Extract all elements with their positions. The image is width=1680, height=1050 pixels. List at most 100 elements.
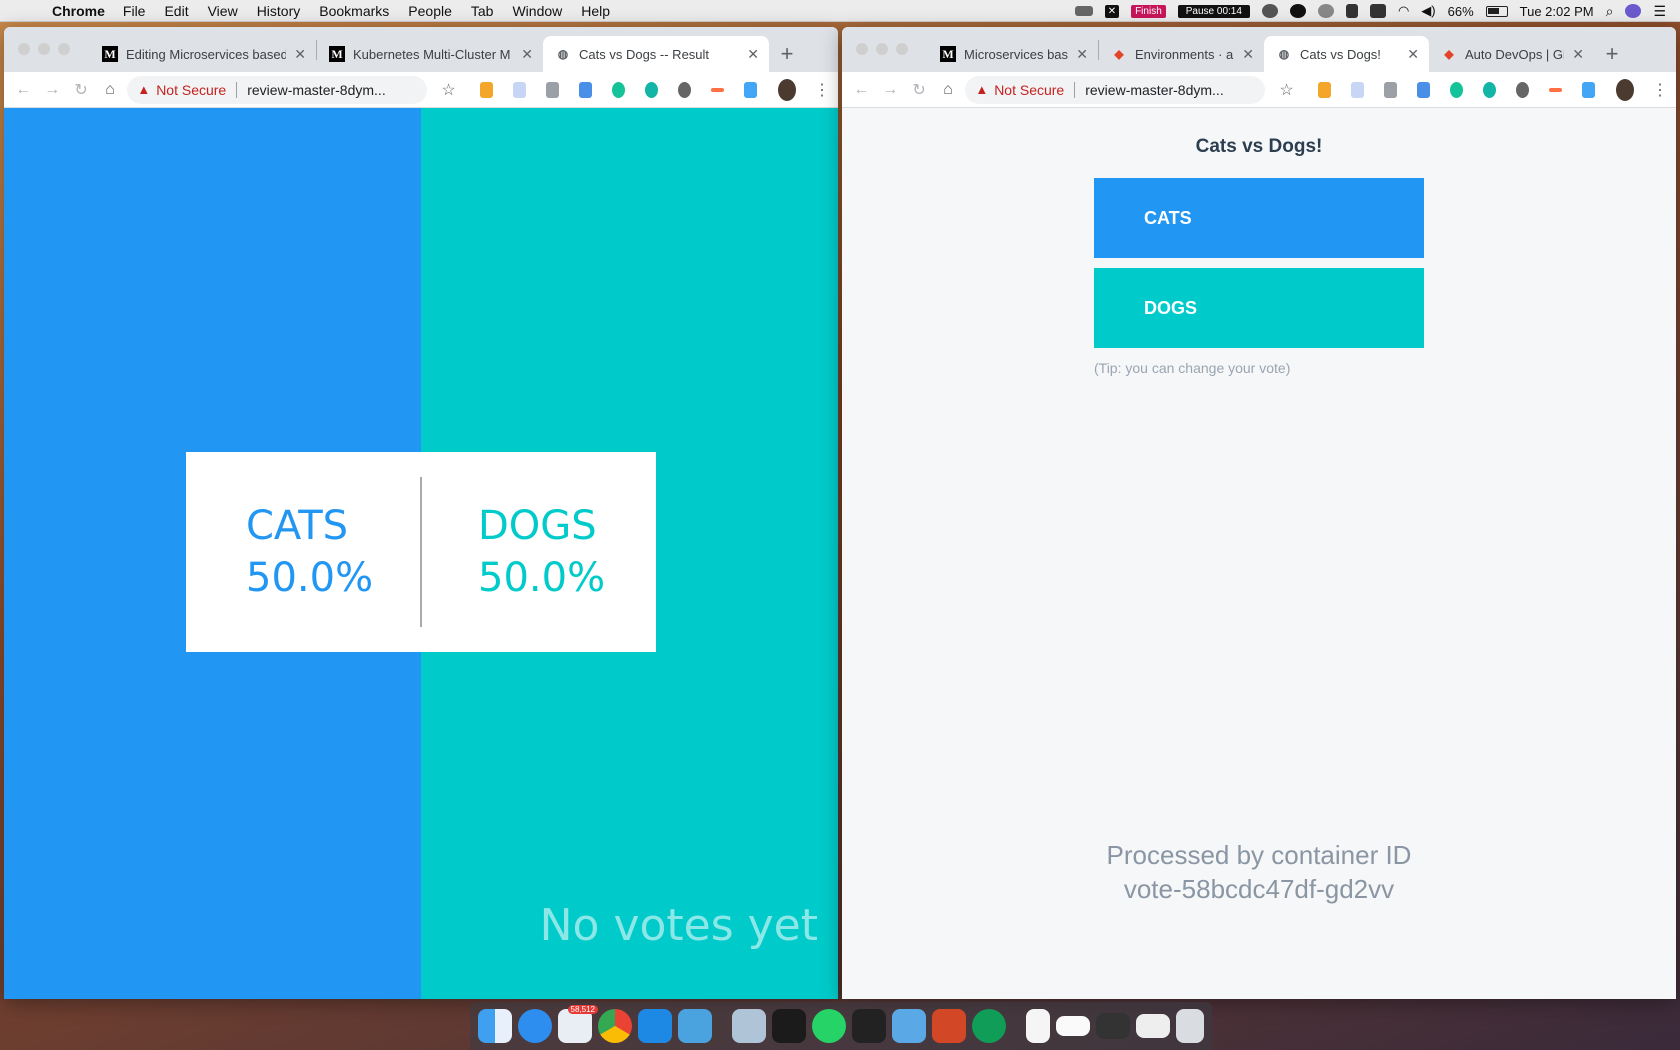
menu-window[interactable]: Window	[512, 3, 562, 19]
close-window-button[interactable]	[856, 43, 868, 55]
extension-circle-icon[interactable]	[1515, 81, 1529, 98]
camera-off-icon[interactable]	[1074, 6, 1093, 16]
menu-history[interactable]: History	[257, 3, 301, 19]
cloud-icon[interactable]	[1261, 4, 1278, 18]
close-icon[interactable]: ✕	[747, 46, 759, 63]
vote-cats-button[interactable]: CATS	[1094, 178, 1424, 258]
forward-icon[interactable]: →	[879, 76, 902, 104]
extension-bulb-icon[interactable]	[512, 81, 526, 98]
hangouts-icon[interactable]	[972, 1009, 1006, 1043]
address-bar[interactable]: ▲ Not Secure review-master-8dym...	[965, 75, 1266, 104]
chat-bubble-icon[interactable]	[1289, 4, 1306, 18]
url-text[interactable]: review-master-8dym...	[247, 82, 385, 98]
extension-compass-icon[interactable]	[479, 81, 493, 98]
video-thumbnail-icon[interactable]	[1096, 1013, 1130, 1039]
tab-environments[interactable]: ◆ Environments · an ✕	[1099, 36, 1264, 72]
window-thumbnail-icon[interactable]	[1056, 1016, 1090, 1036]
extension-panel-icon[interactable]	[1416, 81, 1430, 98]
terminal-icon[interactable]	[772, 1009, 806, 1043]
vote-dogs-button[interactable]: DOGS	[1094, 268, 1424, 348]
extension-sync-icon[interactable]	[1582, 81, 1596, 98]
bookmark-star-icon[interactable]: ☆	[1279, 80, 1293, 100]
creative-cloud-icon[interactable]	[1317, 4, 1334, 18]
recorder-finish-button[interactable]: Finish	[1131, 4, 1166, 18]
tab-auto-devops[interactable]: ◆ Auto DevOps | Git ✕	[1429, 36, 1594, 72]
menu-view[interactable]: View	[208, 3, 238, 19]
evernote-icon[interactable]	[1345, 4, 1358, 18]
finder-icon[interactable]	[478, 1009, 512, 1043]
clock[interactable]: Tue 2:02 PM	[1520, 4, 1594, 19]
grammarly-icon[interactable]	[611, 81, 625, 98]
menu-bookmarks[interactable]: Bookmarks	[319, 3, 389, 19]
vscode-icon[interactable]	[638, 1009, 672, 1043]
close-icon[interactable]: ✕	[1572, 46, 1584, 63]
bookmark-star-icon[interactable]: ☆	[441, 80, 455, 100]
tab-cats-vs-dogs-result[interactable]: ◍ Cats vs Dogs -- Result ✕	[543, 36, 769, 72]
close-icon[interactable]: ✕	[521, 46, 533, 63]
extension-chat-icon[interactable]	[644, 81, 658, 98]
siri-icon[interactable]	[1625, 4, 1642, 18]
tab-microservices[interactable]: M Microservices bas ✕	[928, 36, 1098, 72]
extension-circle-icon[interactable]	[677, 81, 691, 98]
extension-chat-icon[interactable]	[1482, 81, 1496, 98]
extension-code-icon[interactable]	[1383, 81, 1397, 98]
notification-center-icon[interactable]: ☰	[1653, 3, 1666, 20]
grammarly-icon[interactable]	[1449, 81, 1463, 98]
menu-tab[interactable]: Tab	[471, 3, 494, 19]
security-indicator[interactable]: Not Secure	[994, 82, 1064, 98]
extension-graph-icon[interactable]	[1548, 87, 1563, 92]
document-icon[interactable]	[1026, 1009, 1050, 1043]
reload-icon[interactable]: ↻	[908, 76, 931, 104]
preview-icon[interactable]	[732, 1009, 766, 1043]
menu-kebab-icon[interactable]: ⋮	[814, 80, 830, 100]
reload-icon[interactable]: ↻	[70, 76, 93, 104]
menu-app-name[interactable]: Chrome	[52, 3, 105, 19]
home-icon[interactable]: ⌂	[98, 76, 121, 104]
minimize-window-button[interactable]	[876, 43, 888, 55]
close-icon[interactable]: ✕	[1242, 46, 1254, 63]
instruments-icon[interactable]	[892, 1009, 926, 1043]
xcode-icon[interactable]	[678, 1009, 712, 1043]
close-icon[interactable]: ✕	[1407, 46, 1419, 63]
activity-monitor-icon[interactable]	[852, 1009, 886, 1043]
zoom-window-button[interactable]	[58, 43, 70, 55]
extension-compass-icon[interactable]	[1317, 81, 1331, 98]
spotlight-search-icon[interactable]: ⌕	[1606, 3, 1614, 20]
extension-code-icon[interactable]	[545, 81, 559, 98]
menu-file[interactable]: File	[123, 3, 146, 19]
back-icon[interactable]: ←	[12, 76, 35, 104]
menu-people[interactable]: People	[408, 3, 452, 19]
recorder-close-button[interactable]: ✕	[1104, 4, 1120, 18]
url-text[interactable]: review-master-8dym...	[1085, 82, 1223, 98]
minimize-window-button[interactable]	[38, 43, 50, 55]
zoom-window-button[interactable]	[896, 43, 908, 55]
menu-edit[interactable]: Edit	[164, 3, 188, 19]
tab-editing-microservices[interactable]: M Editing Microservices based ✕	[90, 36, 316, 72]
battery-icon[interactable]	[1485, 5, 1508, 17]
extension-graph-icon[interactable]	[710, 87, 725, 92]
profile-avatar[interactable]	[778, 78, 797, 101]
security-indicator[interactable]: Not Secure	[156, 82, 226, 98]
extension-bulb-icon[interactable]	[1350, 81, 1364, 98]
close-icon[interactable]: ✕	[1076, 46, 1088, 63]
back-icon[interactable]: ←	[850, 76, 873, 104]
profile-avatar[interactable]	[1616, 78, 1635, 101]
powerpoint-icon[interactable]	[932, 1009, 966, 1043]
new-tab-button[interactable]: +	[1594, 36, 1630, 72]
extension-panel-icon[interactable]	[578, 81, 592, 98]
recorder-pause-button[interactable]: Pause 00:14	[1177, 4, 1250, 18]
tab-kubernetes-multicluster[interactable]: M Kubernetes Multi-Cluster M ✕	[317, 36, 543, 72]
chrome-icon[interactable]	[598, 1009, 632, 1043]
menu-kebab-icon[interactable]: ⋮	[1652, 80, 1668, 100]
whatsapp-icon[interactable]	[812, 1009, 846, 1043]
safari-icon[interactable]	[518, 1009, 552, 1043]
wifi-icon[interactable]: ◠	[1398, 3, 1409, 19]
close-icon[interactable]: ✕	[294, 46, 306, 63]
trash-icon[interactable]	[1176, 1009, 1204, 1043]
screenshot-thumbnail-icon[interactable]	[1136, 1014, 1170, 1038]
tab-cats-vs-dogs[interactable]: ◍ Cats vs Dogs! ✕	[1264, 36, 1429, 72]
volume-icon[interactable]: ◀)	[1421, 3, 1435, 19]
close-window-button[interactable]	[18, 43, 30, 55]
new-tab-button[interactable]: +	[769, 36, 805, 72]
extension-sync-icon[interactable]	[744, 81, 758, 98]
